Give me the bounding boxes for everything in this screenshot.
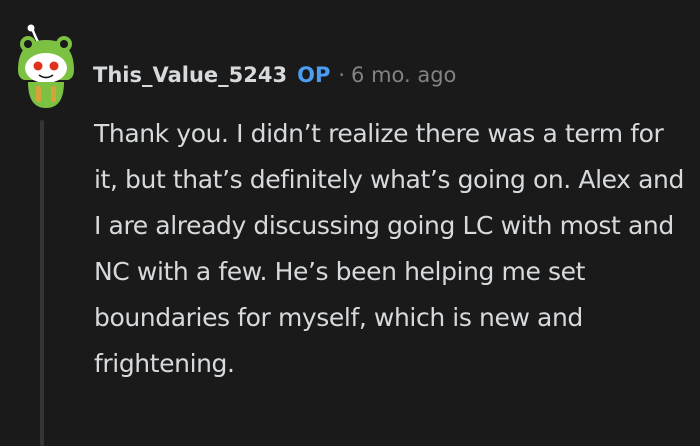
username-link[interactable]: This_Value_5243 — [93, 63, 287, 87]
op-badge: OP — [297, 63, 331, 87]
comment: This_Value_5243 OP · 6 mo. ago Thank you… — [0, 0, 700, 446]
comment-meta: This_Value_5243 OP · 6 mo. ago — [93, 57, 456, 93]
meta-separator: · — [338, 63, 346, 87]
comment-body: Thank you. I didn’t realize there was a … — [94, 119, 684, 378]
thread-collapse-line[interactable] — [40, 120, 44, 446]
comment-timestamp[interactable]: 6 mo. ago — [351, 63, 456, 87]
user-avatar-icon[interactable] — [10, 24, 82, 110]
